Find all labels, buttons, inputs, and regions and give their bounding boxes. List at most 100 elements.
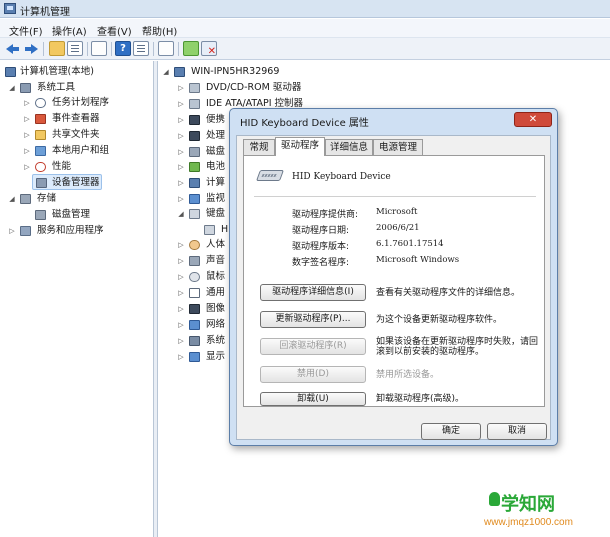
close-button[interactable]: ✕ [514,112,552,127]
storage-icon [20,194,31,204]
tab-power-management[interactable]: 电源管理 [373,139,423,155]
uninstall-button[interactable]: 卸载(U) [260,392,366,406]
driver-version-label: 驱动程序版本: [292,242,350,252]
tree-item-system-tools[interactable]: ◢ 系统工具 [2,80,152,96]
collapse-arrow-icon[interactable]: ◢ [162,64,170,80]
menu-view[interactable]: 查看(V) [97,23,132,38]
expand-arrow-icon[interactable]: ▷ [23,127,31,143]
action-pane-icon[interactable] [133,41,149,56]
expand-arrow-icon[interactable]: ▷ [177,317,185,333]
expand-arrow-icon[interactable]: ▷ [177,159,185,175]
tree-label: WIN-IPN5HR32969 [191,66,280,77]
ok-button[interactable]: 确定 [421,423,481,440]
tree-item-storage[interactable]: ◢ 存储 [2,191,152,207]
tree-label: 人体 [206,239,226,250]
tree-label: 事件查看器 [52,113,100,124]
expand-arrow-icon[interactable]: ▷ [177,175,185,191]
dialog-title: HID Keyboard Device 属性 [240,118,369,129]
tree-item-performance[interactable]: ▷ 性能 [2,159,152,175]
expand-arrow-icon[interactable]: ▷ [23,95,31,111]
update-driver-desc: 为这个设备更新驱动程序软件。 [376,315,503,325]
expand-arrow-icon[interactable]: ▷ [23,111,31,127]
tree-item-task-scheduler[interactable]: ▷ 任务计划程序 [2,95,152,111]
device-properties-dialog: HID Keyboard Device 属性 ✕ 常规 驱动程序 详细信息 电源… [229,108,558,446]
scan-hardware-icon[interactable] [158,41,174,56]
help-icon[interactable]: ? [115,41,131,56]
menu-file[interactable]: 文件(F) [9,23,43,38]
tab-driver[interactable]: 驱动程序 [275,137,325,156]
tree-label: 系统 [206,335,226,346]
driver-details-button[interactable]: 驱动程序详细信息(I) [260,284,366,301]
tree-item-device-manager[interactable]: 设备管理器 [32,174,102,190]
tree-item-services-apps[interactable]: ▷ 服务和应用程序 [2,223,152,239]
expand-arrow-icon[interactable]: ▷ [8,223,16,239]
menu-bar: 文件(F) 操作(A) 查看(V) 帮助(H) [0,19,610,38]
collapse-arrow-icon[interactable]: ◢ [8,80,16,96]
event-viewer-icon [35,114,46,124]
menu-action[interactable]: 操作(A) [52,23,87,38]
uninstall-device-icon[interactable] [201,41,217,57]
tree-label: 图像 [206,303,226,314]
update-driver-icon[interactable] [183,41,199,56]
computer-icon [5,67,16,77]
update-driver-button[interactable]: 更新驱动程序(P)... [260,311,366,328]
shared-folder-icon [35,130,46,140]
dialog-body: 常规 驱动程序 详细信息 电源管理 HID Keyboard Device 驱动… [236,135,551,440]
tree-item-root[interactable]: 计算机管理(本地) [2,64,152,80]
tree-label: 处理 [206,130,226,141]
collapse-arrow-icon[interactable]: ◢ [177,206,185,222]
tree-item-local-users[interactable]: ▷ 本地用户和组 [2,143,152,159]
menu-help[interactable]: 帮助(H) [142,23,177,38]
expand-arrow-icon[interactable]: ▷ [177,333,185,349]
back-icon[interactable] [5,41,21,56]
services-icon [20,226,31,236]
expand-arrow-icon[interactable]: ▷ [177,349,185,365]
expand-arrow-icon[interactable]: ▷ [177,253,185,269]
roll-back-driver-desc: 如果该设备在更新驱动程序时失败，请回滚到以前安装的驱动程序。 [376,337,539,357]
display-adapter-icon [189,352,200,362]
expand-arrow-icon[interactable]: ▷ [177,285,185,301]
show-hide-tree-icon[interactable] [67,41,83,56]
tree-label: 显示 [206,351,226,362]
watermark-title: 学知网 [501,494,555,514]
tree-label: 磁盘 [206,146,226,157]
tree-label: 设备管理器 [52,177,100,188]
expand-arrow-icon[interactable]: ▷ [177,128,185,144]
dvd-drive-icon [189,83,200,93]
mouse-icon [189,272,200,282]
expand-arrow-icon[interactable]: ▷ [177,144,185,160]
cancel-button[interactable]: 取消 [487,423,547,440]
forward-icon[interactable] [23,41,39,56]
disk-drive-icon [189,147,200,157]
expand-arrow-icon[interactable]: ▷ [177,80,185,96]
tree-label: 监视 [206,193,226,204]
up-folder-icon[interactable] [49,41,65,56]
tree-label: 计算机管理(本地) [20,66,94,77]
expand-arrow-icon[interactable]: ▷ [177,301,185,317]
expand-arrow-icon[interactable]: ▷ [177,112,185,128]
tab-general[interactable]: 常规 [243,139,275,155]
window-title: 计算机管理 [20,7,70,18]
clock-icon [35,98,46,108]
collapse-arrow-icon[interactable]: ◢ [8,191,16,207]
expand-arrow-icon[interactable]: ▷ [177,96,185,112]
tree-item-disk-management[interactable]: 磁盘管理 [2,207,152,223]
roll-back-driver-button[interactable]: 回滚驱动程序(R) [260,338,366,355]
expand-arrow-icon[interactable]: ▷ [23,159,31,175]
expand-arrow-icon[interactable]: ▷ [177,269,185,285]
tree-item-shared-folders[interactable]: ▷ 共享文件夹 [2,127,152,143]
tree-label: 共享文件夹 [52,129,100,140]
expand-arrow-icon[interactable]: ▷ [177,237,185,253]
properties-icon[interactable] [91,41,107,56]
tree-item-event-viewer[interactable]: ▷ 事件查看器 [2,111,152,127]
tab-details[interactable]: 详细信息 [325,139,373,155]
watermark-logo-icon [489,492,500,506]
imaging-device-icon [189,304,200,314]
disable-button[interactable]: 禁用(D) [260,366,366,383]
tools-icon [20,83,31,93]
expand-arrow-icon[interactable]: ▷ [177,191,185,207]
device-manager-icon [36,178,47,188]
keyboard-icon [189,209,200,219]
expand-arrow-icon[interactable]: ▷ [23,143,31,159]
tree-label: 服务和应用程序 [37,225,104,236]
